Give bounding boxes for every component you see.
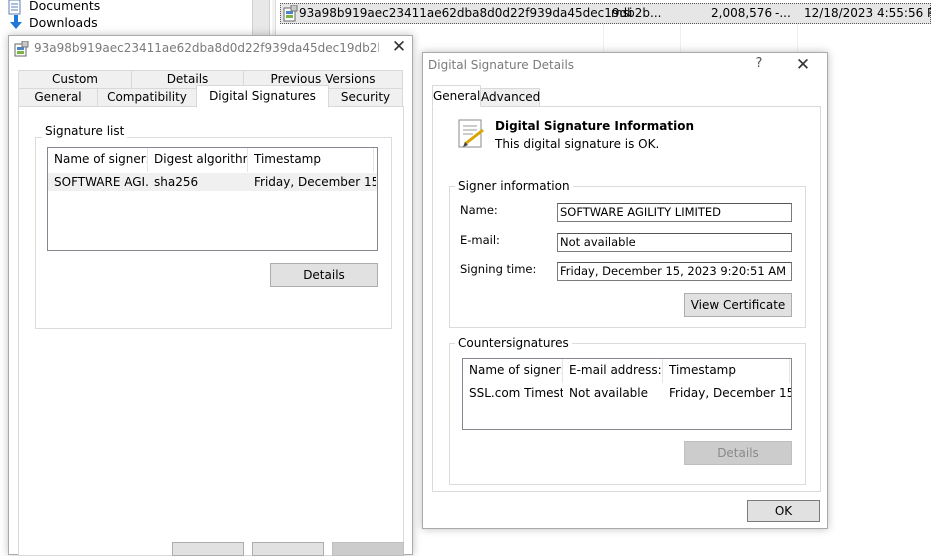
column-header-timestamp[interactable]: Timestamp xyxy=(663,359,790,383)
signature-list[interactable]: Name of signer: Digest algorithm Timesta… xyxy=(47,147,378,251)
info-heading: Digital Signature Information xyxy=(495,119,695,133)
tab-advanced[interactable]: Advanced xyxy=(480,88,540,107)
column-divider xyxy=(603,24,604,54)
ok-button[interactable]: OK xyxy=(747,500,820,522)
tab-label: Digital Signatures xyxy=(209,89,316,103)
table-row[interactable]: SOFTWARE AGI... sha256 Friday, December … xyxy=(48,173,377,191)
name-label: Name: xyxy=(460,203,498,217)
close-icon: ✕ xyxy=(391,37,407,57)
documents-icon xyxy=(8,0,22,15)
close-icon: ✕ xyxy=(795,55,811,75)
tab-general[interactable]: General xyxy=(18,88,98,107)
cell-digest: sha256 xyxy=(154,175,199,189)
button-label: View Certificate xyxy=(690,298,786,312)
help-button[interactable]: ? xyxy=(747,56,771,76)
tab-compatibility[interactable]: Compatibility xyxy=(97,88,197,107)
msi-file-icon xyxy=(14,40,30,57)
details-button[interactable]: Details xyxy=(270,263,378,287)
cell-email: Not available xyxy=(569,386,649,400)
window-title: 93a98b919aec23411ae62dba8d0d22f939da45de… xyxy=(34,41,379,55)
certificate-icon xyxy=(457,118,487,150)
file-size: 2,008,576 xyxy=(711,6,773,20)
cell-signer: SSL.com Timesta... xyxy=(469,386,563,400)
msi-file-icon xyxy=(283,4,299,22)
tab-label: Details xyxy=(166,72,209,86)
cell-timestamp: Friday, December 15, ... xyxy=(254,175,376,189)
window-title: Digital Signature Details xyxy=(428,58,575,72)
nav-item-documents[interactable]: Documents xyxy=(8,0,248,15)
close-button[interactable]: ✕ xyxy=(388,37,410,59)
file-date: 12/18/2023 4:55:56 PM xyxy=(804,6,931,20)
countersignatures-label: Countersignatures xyxy=(455,336,572,350)
column-divider xyxy=(680,24,681,54)
name-field[interactable]: SOFTWARE AGILITY LIMITED xyxy=(557,203,792,222)
column-header-signer[interactable]: Name of signer: xyxy=(48,148,148,172)
tab-security[interactable]: Security xyxy=(328,88,403,107)
column-divider xyxy=(797,24,798,54)
cell-signer: SOFTWARE AGI... xyxy=(54,175,148,189)
tab-custom[interactable]: Custom xyxy=(18,70,132,89)
cancel-button[interactable] xyxy=(252,542,324,556)
signing-time-field[interactable]: Friday, December 15, 2023 9:20:51 AM xyxy=(557,262,792,281)
tab-panel: Digital Signature Information This digit… xyxy=(432,106,821,492)
email-label: E-mail: xyxy=(460,233,500,247)
file-attributes: -... xyxy=(775,6,791,20)
tab-label: Advanced xyxy=(481,90,541,104)
tab-label: General xyxy=(34,90,82,104)
file-row[interactable]: 93a98b919aec23411ae62dba8d0d22f939da45de… xyxy=(280,3,931,24)
cell-timestamp: Friday, December 15.... xyxy=(669,386,791,400)
nav-item-label: Downloads xyxy=(29,15,98,30)
signature-list-label: Signature list xyxy=(42,124,128,138)
tab-label: Custom xyxy=(52,72,98,86)
properties-window: 93a98b919aec23411ae62dba8d0d22f939da45de… xyxy=(8,35,413,556)
nav-item-label: Documents xyxy=(29,0,101,13)
nav-item-downloads[interactable]: Downloads xyxy=(8,14,248,32)
signing-time-label: Signing time: xyxy=(460,262,537,276)
tab-label: Security xyxy=(340,90,391,104)
view-certificate-button[interactable]: View Certificate xyxy=(684,293,792,317)
tab-label: Previous Versions xyxy=(270,72,376,86)
table-row[interactable]: SSL.com Timesta... Not available Friday,… xyxy=(463,384,791,402)
email-field[interactable]: Not available xyxy=(557,233,792,252)
download-arrow-icon xyxy=(8,14,24,32)
countersignature-details-button[interactable]: Details xyxy=(684,441,792,465)
button-label: Details xyxy=(717,446,759,460)
signer-information-label: Signer information xyxy=(455,179,573,193)
signature-details-window: Digital Signature Details ? ✕ General Ad… xyxy=(422,52,828,529)
file-name: 93a98b919aec23411ae62dba8d0d22f939da45de… xyxy=(299,6,662,20)
tab-general[interactable]: General xyxy=(432,85,481,107)
tab-label: General xyxy=(433,89,481,103)
tab-panel: Signature list Name of signer: Digest al… xyxy=(18,106,404,556)
ok-button[interactable] xyxy=(172,542,244,556)
column-header-digest[interactable]: Digest algorithm xyxy=(148,148,248,172)
button-label: Details xyxy=(303,268,345,282)
tab-digital-signatures[interactable]: Digital Signatures xyxy=(196,85,329,108)
column-header-timestamp[interactable]: Timestamp xyxy=(248,148,374,172)
column-header-email[interactable]: E-mail address: xyxy=(563,359,663,383)
info-status: This digital signature is OK. xyxy=(495,137,660,151)
file-type: msi xyxy=(611,6,633,20)
button-label: OK xyxy=(774,504,793,518)
column-header-signer[interactable]: Name of signer: xyxy=(463,359,563,383)
apply-button[interactable] xyxy=(332,542,404,556)
tab-label: Compatibility xyxy=(107,90,187,104)
close-button[interactable]: ✕ xyxy=(792,55,814,77)
countersignature-list[interactable]: Name of signer: E-mail address: Timestam… xyxy=(462,358,792,430)
help-icon: ? xyxy=(755,56,763,71)
